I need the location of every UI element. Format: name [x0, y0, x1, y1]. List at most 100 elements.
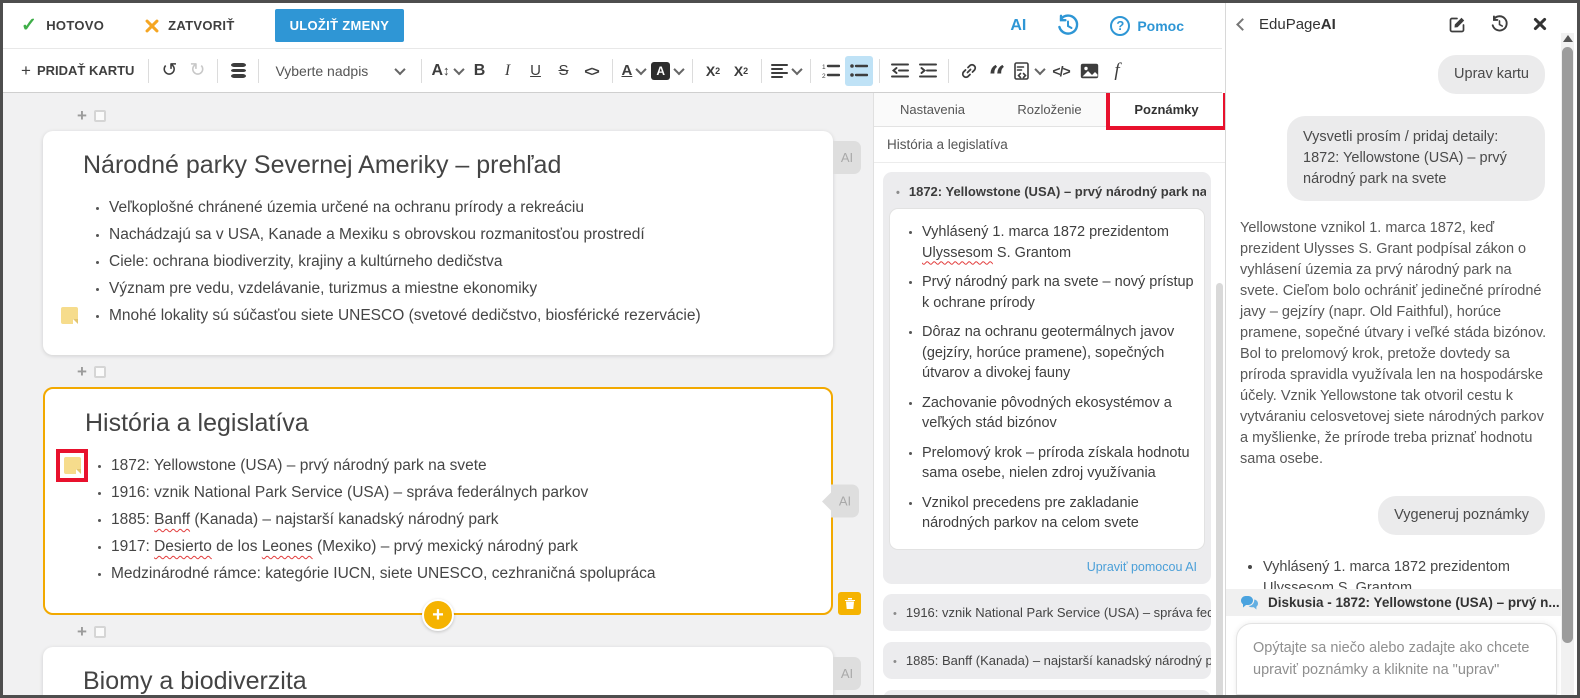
note-bullet: Prvý národný park na svete – nový prístu…: [922, 272, 1196, 313]
close-panel-icon[interactable]: [1533, 17, 1547, 31]
delete-card-button[interactable]: [838, 592, 861, 615]
outdent-button[interactable]: [886, 56, 914, 86]
history-icon[interactable]: [1056, 14, 1080, 38]
sticky-note-icon[interactable]: [61, 307, 78, 324]
text-run: Veľkoplošné chránené územia určené na oc…: [109, 199, 584, 216]
check-icon: ✓: [21, 14, 37, 37]
card-ai-tag[interactable]: AI: [833, 141, 861, 174]
formula-button[interactable]: f: [1103, 56, 1131, 86]
image-icon[interactable]: [1075, 56, 1103, 86]
note-item-body: Vyhlásený 1. marca 1872 prezidentom Ulys…: [889, 208, 1205, 550]
annotation-red-frame: [1106, 93, 1225, 130]
align-button[interactable]: [768, 56, 804, 86]
ai-panel-title: EduPageAI: [1259, 16, 1336, 33]
compose-icon[interactable]: [1449, 16, 1466, 33]
add-card-between-button[interactable]: +: [77, 363, 873, 381]
tab-poznámky[interactable]: Poznámky: [1108, 93, 1225, 126]
text-color-button[interactable]: A: [619, 56, 649, 86]
text-run: Vznikol precedens pre zakladanie národný…: [922, 495, 1139, 532]
save-changes-button[interactable]: ULOŽIŤ ZMENY: [275, 9, 405, 42]
note-item-label: 1885: Banff (Kanada) – najstarší kanadsk…: [906, 653, 1211, 668]
close-editor-button[interactable]: ZATVORIŤ: [144, 18, 234, 33]
text-run: Dôraz na ochranu geotermálnych javov (ge…: [922, 324, 1174, 381]
sticky-note-icon[interactable]: [64, 457, 81, 474]
text-run: 1916: vznik National Park Service (USA) …: [111, 484, 588, 501]
plus-icon: +: [77, 625, 87, 639]
text-run: (Kanada) – najstarší kanadský národný pa…: [190, 511, 498, 528]
notes-scrollbar-thumb[interactable]: [1216, 283, 1223, 698]
layers-icon[interactable]: [224, 56, 252, 86]
card-bullet: 1917: Desierto de los Leones (Mexiko) – …: [111, 533, 791, 560]
note-item-header[interactable]: • 1872: Yellowstone (USA) – prvý národný…: [888, 177, 1206, 206]
strikethrough-button[interactable]: S: [550, 56, 578, 86]
subscript-button[interactable]: X2: [727, 56, 755, 86]
card-selected[interactable]: História a legislatíva 1872: Yellowstone …: [43, 387, 833, 615]
tab-nastavenia[interactable]: Nastavenia: [874, 93, 991, 126]
note-item-collapsed[interactable]: •1885: Banff (Kanada) – najstarší kanads…: [883, 642, 1211, 679]
add-card-between-button[interactable]: +: [77, 623, 873, 641]
link-icon[interactable]: [955, 56, 983, 86]
redo-button[interactable]: ↻: [183, 56, 211, 86]
inline-code-button[interactable]: <>: [578, 56, 606, 86]
card-bullet: 1872: Yellowstone (USA) – prvý národný p…: [111, 452, 791, 479]
ai-history-icon[interactable]: [1490, 15, 1509, 34]
plus-icon: +: [77, 109, 87, 123]
ai-panel-scrollbar[interactable]: [1561, 33, 1574, 695]
notes-section-label: História a legislatíva: [874, 127, 1225, 163]
card-title: História a legislatíva: [85, 409, 791, 438]
card-bullet-list: Veľkoplošné chránené územia určené na oc…: [83, 194, 793, 329]
note-item-collapsed[interactable]: •1917: Desierto de los Leones (Mexiko) –…: [883, 690, 1211, 698]
ordered-list-button[interactable]: 12: [817, 56, 845, 86]
text-run: Medzinárodné rámce: kategórie IUCN, siet…: [111, 565, 655, 582]
add-card-button[interactable]: + PRIDAŤ KARTU: [13, 61, 142, 81]
back-chevron-icon[interactable]: [1236, 18, 1249, 31]
card-bullet: Význam pre vedu, vzdelávanie, turizmus a…: [109, 275, 793, 302]
svg-text:2: 2: [822, 73, 826, 78]
tab-rozloženie[interactable]: Rozloženie: [991, 93, 1108, 126]
help-button[interactable]: ? Pomoc: [1110, 16, 1184, 36]
italic-button[interactable]: I: [494, 56, 522, 86]
misspelled-word: Desierto: [154, 538, 212, 555]
chat-input[interactable]: Opýtajte sa niečo alebo zadajte ako chce…: [1236, 623, 1557, 695]
heading-style-select[interactable]: Vyberte nadpis: [265, 63, 415, 79]
discussion-bar[interactable]: Diskusia - 1872: Yellowstone (USA) – prv…: [1226, 589, 1563, 616]
add-card-between-button[interactable]: +: [77, 107, 873, 125]
add-card-square-icon: [94, 366, 106, 378]
superscript-button[interactable]: X2: [699, 56, 727, 86]
plus-icon: +: [77, 365, 87, 379]
card-bullet: Mnohé lokality sú súčasťou siete UNESCO …: [109, 302, 793, 329]
note-bullet: Prelomový krok – príroda získala hodnotu…: [922, 443, 1196, 484]
scroll-up-arrow[interactable]: [1563, 35, 1573, 42]
highlight-color-button[interactable]: A: [648, 56, 686, 86]
card-ai-tag[interactable]: AI: [833, 657, 861, 690]
text-run: (Mexiko) – prvý mexický národný park: [313, 538, 578, 555]
card[interactable]: Národné parky Severnej Ameriky – prehľad…: [43, 131, 833, 355]
card-bullet-list: 1872: Yellowstone (USA) – prvý národný p…: [85, 452, 791, 587]
scrollbar-thumb[interactable]: [1562, 47, 1573, 643]
card-bullet: 1885: Banff (Kanada) – najstarší kanadsk…: [111, 506, 791, 533]
topbar-ai-button[interactable]: AI: [1010, 17, 1026, 35]
text-run: Prvý národný park na svete – nový prístu…: [922, 274, 1194, 311]
bold-button[interactable]: B: [466, 56, 494, 86]
misspelled-word: Leones: [262, 538, 313, 555]
help-label: Pomoc: [1137, 18, 1184, 34]
blockquote-button[interactable]: “: [983, 56, 1011, 86]
card-bullet: 1916: vznik National Park Service (USA) …: [111, 479, 791, 506]
underline-button[interactable]: U: [522, 56, 550, 86]
notes-panel: NastaveniaRozloženiePoznámky História a …: [873, 93, 1225, 698]
font-size-button[interactable]: A↕: [428, 56, 465, 86]
add-card-plus-button[interactable]: +: [422, 599, 454, 631]
note-bullet: Vyhlásený 1. marca 1872 prezidentom Ulys…: [922, 222, 1196, 263]
card[interactable]: Biomy a biodiverzitaArktická tundra Alja…: [43, 647, 833, 698]
done-button[interactable]: ✓ HOTOVO: [21, 14, 104, 37]
card-title: Národné parky Severnej Ameriky – prehľad: [83, 151, 793, 180]
edit-with-ai-link[interactable]: Upraviť pomocou AI: [888, 552, 1206, 581]
undo-button[interactable]: ↺: [155, 56, 183, 86]
indent-button[interactable]: [914, 56, 942, 86]
template-code-button[interactable]: [1011, 56, 1047, 86]
bullet-list-button[interactable]: [845, 56, 873, 86]
note-item-collapsed[interactable]: •1916: vznik National Park Service (USA)…: [883, 594, 1211, 631]
user-message-bubble: Uprav kartu: [1438, 55, 1545, 94]
card-ai-tag[interactable]: AI: [831, 485, 859, 518]
code-block-button[interactable]: </>: [1047, 56, 1075, 86]
